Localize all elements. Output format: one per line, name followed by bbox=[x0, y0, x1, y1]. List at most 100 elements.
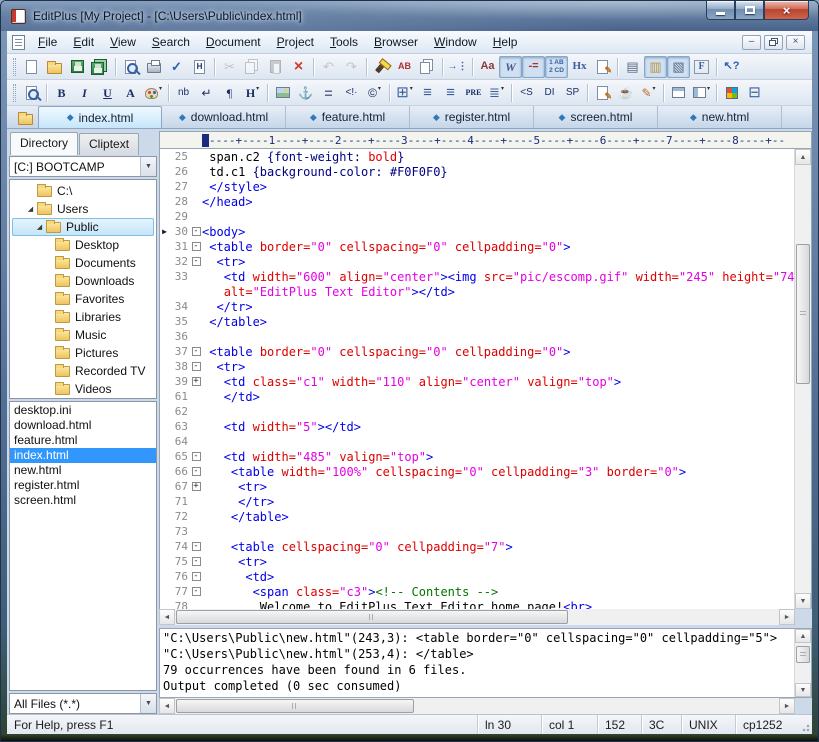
chevron-down-icon[interactable]: ▼ bbox=[140, 157, 156, 176]
scroll-left-icon[interactable]: ◄ bbox=[159, 609, 175, 625]
menu-search[interactable]: Search bbox=[144, 32, 198, 52]
toggle-cliptext-window-button[interactable]: ▤ bbox=[621, 56, 644, 78]
chevron-down-icon[interactable]: ▼ bbox=[140, 694, 156, 713]
code-line-63[interactable]: 63 <td width="5"></td> bbox=[160, 419, 794, 434]
tree-item-pictures[interactable]: Pictures bbox=[12, 344, 154, 362]
document-properties-button[interactable] bbox=[591, 56, 614, 78]
delete-button[interactable]: × bbox=[287, 56, 310, 78]
fold-collapse-icon[interactable]: - bbox=[192, 542, 201, 551]
fold-toggle[interactable]: - bbox=[190, 362, 202, 371]
replace-button[interactable]: AB bbox=[393, 56, 416, 78]
code-line-62[interactable]: 62 bbox=[160, 404, 794, 419]
change-case-button[interactable]: Aa bbox=[476, 56, 499, 78]
bold-button[interactable]: B bbox=[50, 82, 73, 104]
fold-toggle[interactable]: + bbox=[190, 482, 202, 491]
italic-button[interactable]: I bbox=[73, 82, 96, 104]
code-line-66[interactable]: 66- <table width="100%" cellspacing="0" … bbox=[160, 464, 794, 479]
line-numbers-button[interactable]: 1 AB2 CD bbox=[545, 56, 568, 78]
file-item-screen-html[interactable]: screen.html bbox=[10, 493, 156, 508]
mdi-minimize-button[interactable]: – bbox=[742, 35, 761, 50]
code-line-78[interactable]: 78 Welcome to EditPlus Text Editor home … bbox=[160, 599, 794, 609]
find-button[interactable] bbox=[370, 56, 393, 78]
file-filter-selector[interactable]: All Files (*.*) ▼ bbox=[9, 693, 157, 714]
scroll-up-icon[interactable]: ▲ bbox=[795, 149, 811, 165]
strikethrough-button[interactable]: <S bbox=[515, 82, 538, 104]
windows-colors-button[interactable] bbox=[720, 82, 743, 104]
code-line-25[interactable]: 25 span.c2 {font-weight: bold} bbox=[160, 149, 794, 164]
menu-view[interactable]: View bbox=[102, 32, 144, 52]
fold-toggle[interactable]: - bbox=[190, 242, 202, 251]
code-line-65[interactable]: 65- <td width="485" valign="top"> bbox=[160, 449, 794, 464]
new-document-button[interactable] bbox=[20, 56, 43, 78]
code-line-28[interactable]: 28</head> bbox=[160, 194, 794, 209]
horizontal-rule-button[interactable]: = bbox=[317, 82, 340, 104]
word-wrap-button[interactable]: W bbox=[499, 56, 522, 78]
code-line-75[interactable]: 75- <tr> bbox=[160, 554, 794, 569]
underline-button[interactable]: U bbox=[96, 82, 119, 104]
code-line-35[interactable]: 35 </table> bbox=[160, 314, 794, 329]
tree-item-libraries[interactable]: Libraries bbox=[12, 308, 154, 326]
heading-button[interactable]: H▾ bbox=[241, 82, 264, 104]
fold-toggle[interactable]: + bbox=[190, 377, 202, 386]
file-item-desktop-ini[interactable]: desktop.ini bbox=[10, 403, 156, 418]
output-vertical-scrollbar[interactable]: ▲ ▼ bbox=[794, 629, 811, 697]
tree-item-desktop[interactable]: Desktop bbox=[12, 236, 154, 254]
scroll-right-icon[interactable]: ► bbox=[779, 698, 795, 714]
split-window-button[interactable]: ⊟ bbox=[743, 82, 766, 104]
tree-item-c[interactable]: C:\ bbox=[12, 182, 154, 200]
insert-image-button[interactable] bbox=[271, 82, 294, 104]
menu-tools[interactable]: Tools bbox=[322, 32, 366, 52]
span-tag-button[interactable]: SP bbox=[561, 82, 584, 104]
output-horizontal-scrollbar[interactable]: ◄ ► bbox=[159, 698, 795, 714]
scroll-down-icon[interactable]: ▼ bbox=[795, 683, 811, 697]
toggle-directory-window-button[interactable]: ▥ bbox=[644, 56, 667, 78]
paste-button[interactable] bbox=[264, 56, 287, 78]
paragraph-button[interactable]: ¶ bbox=[218, 82, 241, 104]
arrange-windows-button[interactable]: ▾ bbox=[690, 82, 713, 104]
tab-cliptext[interactable]: Cliptext bbox=[79, 133, 139, 155]
scroll-left-icon[interactable]: ◄ bbox=[159, 698, 175, 714]
line-break-button[interactable]: ↵ bbox=[195, 82, 218, 104]
redo-button[interactable]: ↷ bbox=[340, 56, 363, 78]
code-line-72[interactable]: 72 </table> bbox=[160, 509, 794, 524]
code-line-67[interactable]: 67+ <tr> bbox=[160, 479, 794, 494]
scrollbar-thumb[interactable] bbox=[796, 646, 810, 663]
browser-preview-button[interactable] bbox=[20, 82, 43, 104]
expand-icon[interactable]: ◢ bbox=[25, 206, 36, 213]
tab-screen-html[interactable]: ◆screen.html bbox=[534, 106, 658, 128]
drive-selector[interactable]: [C:] BOOTCAMP ▼ bbox=[9, 156, 157, 177]
menu-document[interactable]: Document bbox=[198, 32, 269, 52]
code-line-64[interactable]: 64 bbox=[160, 434, 794, 449]
file-item-register-html[interactable]: register.html bbox=[10, 478, 156, 493]
code-line-31[interactable]: 31- <table border="0" cellspacing="0" ce… bbox=[160, 239, 794, 254]
print-preview-button[interactable] bbox=[119, 56, 142, 78]
fold-toggle[interactable]: - bbox=[190, 557, 202, 566]
fold-collapse-icon[interactable]: - bbox=[192, 467, 201, 476]
special-character-button[interactable]: ©▾ bbox=[363, 82, 386, 104]
font-button[interactable]: A bbox=[119, 82, 142, 104]
tab-register-html[interactable]: ◆register.html bbox=[410, 106, 534, 128]
edit-tag-button[interactable] bbox=[591, 82, 614, 104]
new-html-document-button[interactable]: H bbox=[188, 56, 211, 78]
fold-toggle[interactable]: - bbox=[190, 347, 202, 356]
code-line-36[interactable]: 36 bbox=[160, 329, 794, 344]
hex-viewer-button[interactable]: Hx bbox=[568, 56, 591, 78]
fold-collapse-icon[interactable]: - bbox=[192, 257, 201, 266]
code-line-71[interactable]: 71 </tr> bbox=[160, 494, 794, 509]
goto-line-button[interactable]: →⋮ bbox=[446, 56, 469, 78]
code-line-32[interactable]: 32- <tr> bbox=[160, 254, 794, 269]
mdi-close-button[interactable]: × bbox=[786, 35, 805, 50]
highlight-button[interactable]: ✎▾ bbox=[637, 82, 660, 104]
new-window-button[interactable] bbox=[667, 82, 690, 104]
insert-table-button[interactable]: ⊞▾ bbox=[393, 82, 416, 104]
tab-feature-html[interactable]: ◆feature.html bbox=[286, 106, 410, 128]
tree-item-downloads[interactable]: Downloads bbox=[12, 272, 154, 290]
scrollbar-thumb[interactable] bbox=[796, 244, 810, 384]
list-button[interactable]: ≣▾ bbox=[485, 82, 508, 104]
code-line-27[interactable]: 27 </style> bbox=[160, 179, 794, 194]
fold-collapse-icon[interactable]: - bbox=[192, 347, 201, 356]
fold-toggle[interactable]: - bbox=[190, 587, 202, 596]
tree-item-recorded-tv[interactable]: Recorded TV bbox=[12, 362, 154, 380]
fold-toggle[interactable]: - bbox=[190, 257, 202, 266]
cut-button[interactable]: ✂ bbox=[218, 56, 241, 78]
